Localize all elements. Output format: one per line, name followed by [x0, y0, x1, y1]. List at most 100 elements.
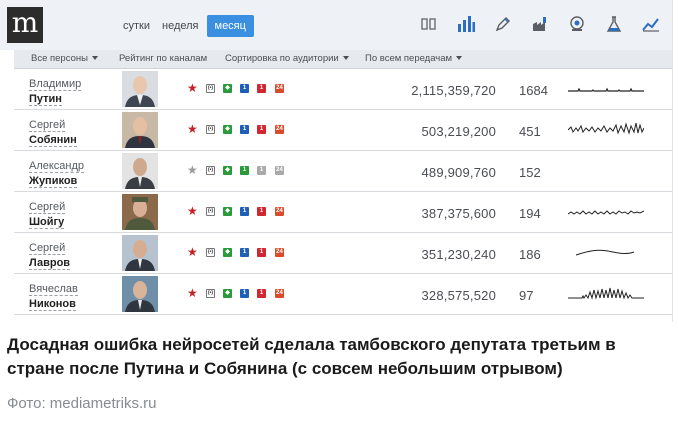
audience-value: 2,115,359,720	[411, 83, 496, 98]
pen-icon[interactable]	[492, 13, 514, 35]
sparkline	[568, 87, 644, 92]
period-week[interactable]: неделя	[156, 16, 205, 36]
table-row[interactable]: Сергей Собянин ★ (•) ◆ 1 1 24 503,219,20…	[14, 110, 672, 151]
channel-icon: ◆	[223, 207, 232, 216]
chevron-down-icon	[456, 56, 463, 60]
radio-channel-icon: (•)	[206, 166, 215, 175]
last-name[interactable]: Жупиков	[29, 175, 78, 188]
chevron-down-icon	[342, 56, 349, 60]
persons-table: Владимир Путин ★ (•) ◆ 1 1 24 2,115,359,…	[14, 69, 672, 315]
sort-filter[interactable]: Сортировка по аудитории	[225, 50, 349, 68]
russia24-icon: 24	[275, 207, 284, 216]
radio-channel-icon: (•)	[206, 289, 215, 298]
channel-icon: ◆	[223, 289, 232, 298]
article-caption: Досадная ошибка нейросетей сделала тамбо…	[7, 335, 616, 378]
last-name[interactable]: Путин	[29, 93, 62, 106]
channel-icon: ◆	[223, 166, 232, 175]
table-row[interactable]: Александр Жупиков ★ (•) ◆ 1 1 24 489,909…	[14, 151, 672, 192]
person-photo	[122, 112, 158, 148]
russia24-icon: 24	[275, 248, 284, 257]
table-row[interactable]: Владимир Путин ★ (•) ◆ 1 1 24 2,115,359,…	[14, 69, 672, 110]
radio-channel-icon: (•)	[206, 84, 215, 93]
first-name[interactable]: Вячеслав	[29, 283, 78, 296]
ranking-by-channels[interactable]: Рейтинг по каналам	[119, 50, 207, 68]
person-photo	[122, 153, 158, 189]
factory-icon[interactable]	[529, 13, 551, 35]
trend-icon[interactable]	[640, 13, 662, 35]
first-channel-icon: 1	[240, 166, 249, 175]
star-icon[interactable]: ★	[187, 205, 198, 217]
filter-bar: Все персоны Рейтинг по каналам Сортировк…	[14, 50, 672, 69]
first-channel-icon: 1	[240, 248, 249, 257]
russia1-icon: 1	[257, 166, 266, 175]
audience-value: 351,230,240	[421, 247, 496, 262]
persons-filter[interactable]: Все персоны	[31, 50, 98, 68]
first-name[interactable]: Сергей	[29, 119, 66, 132]
first-channel-icon: 1	[240, 207, 249, 216]
compare-icon[interactable]	[418, 13, 440, 35]
star-icon[interactable]: ★	[187, 287, 198, 299]
first-name[interactable]: Александр	[29, 160, 85, 173]
mentions-count: 97	[519, 288, 534, 303]
audience-value: 489,909,760	[421, 165, 496, 180]
person-photo	[122, 276, 158, 312]
last-name[interactable]: Лавров	[29, 257, 71, 270]
star-icon[interactable]: ★	[187, 164, 198, 176]
last-name[interactable]: Никонов	[29, 298, 76, 311]
star-icon[interactable]: ★	[187, 82, 198, 94]
screenshot-panel: m сутки неделя месяц Все персоны Рейтинг…	[0, 0, 673, 322]
audience-value: 328,575,520	[421, 288, 496, 303]
globe-icon[interactable]	[566, 13, 588, 35]
sort-filter-label: Сортировка по аудитории	[225, 53, 339, 64]
channel-icon: ◆	[223, 84, 232, 93]
radio-channel-icon: (•)	[206, 248, 215, 257]
bar-chart-icon[interactable]	[455, 13, 477, 35]
russia1-icon: 1	[257, 289, 266, 298]
table-row[interactable]: Вячеслав Никонов ★ (•) ◆ 1 1 24 328,575,…	[14, 274, 672, 315]
flask-icon[interactable]	[603, 13, 625, 35]
first-channel-icon: 1	[240, 125, 249, 134]
photo-credit: Фото: mediametriks.ru	[7, 395, 157, 412]
programs-filter-label: По всем передачам	[365, 53, 453, 64]
person-photo	[122, 235, 158, 271]
table-row[interactable]: Сергей Шойгу ★ (•) ◆ 1 1 24 387,375,600 …	[14, 192, 672, 233]
last-name[interactable]: Собянин	[29, 134, 77, 147]
last-name[interactable]: Шойгу	[29, 216, 65, 229]
russia24-icon: 24	[275, 84, 284, 93]
radio-channel-icon: (•)	[206, 207, 215, 216]
russia1-icon: 1	[257, 248, 266, 257]
mentions-count: 451	[519, 124, 541, 139]
first-name[interactable]: Сергей	[29, 242, 66, 255]
mentions-count: 1684	[519, 83, 548, 98]
first-channel-icon: 1	[240, 84, 249, 93]
russia24-icon: 24	[275, 289, 284, 298]
chevron-down-icon	[91, 56, 98, 60]
person-photo	[122, 194, 158, 230]
table-row[interactable]: Сергей Лавров ★ (•) ◆ 1 1 24 351,230,240…	[14, 233, 672, 274]
first-name[interactable]: Владимир	[29, 78, 82, 91]
russia1-icon: 1	[257, 207, 266, 216]
toolbar-icons	[403, 13, 662, 35]
mentions-count: 152	[519, 165, 541, 180]
star-icon[interactable]: ★	[187, 246, 198, 258]
first-name[interactable]: Сергей	[29, 201, 66, 214]
audience-value: 387,375,600	[421, 206, 496, 221]
russia24-icon: 24	[275, 166, 284, 175]
period-switch: сутки неделя месяц	[117, 15, 254, 37]
sparkline	[575, 249, 635, 256]
period-day[interactable]: сутки	[117, 16, 156, 36]
mentions-count: 186	[519, 247, 541, 262]
persons-filter-label: Все персоны	[31, 53, 88, 64]
site-logo[interactable]: m	[7, 7, 43, 43]
mentions-count: 194	[519, 206, 541, 221]
russia24-icon: 24	[275, 125, 284, 134]
russia1-icon: 1	[257, 125, 266, 134]
sparkline	[568, 210, 644, 215]
star-icon[interactable]: ★	[187, 123, 198, 135]
period-month[interactable]: месяц	[206, 15, 254, 37]
sparkline	[568, 287, 644, 300]
programs-filter[interactable]: По всем передачам	[365, 50, 463, 68]
russia1-icon: 1	[257, 84, 266, 93]
sparkline	[568, 122, 644, 135]
top-bar: m сутки неделя месяц	[0, 0, 672, 50]
